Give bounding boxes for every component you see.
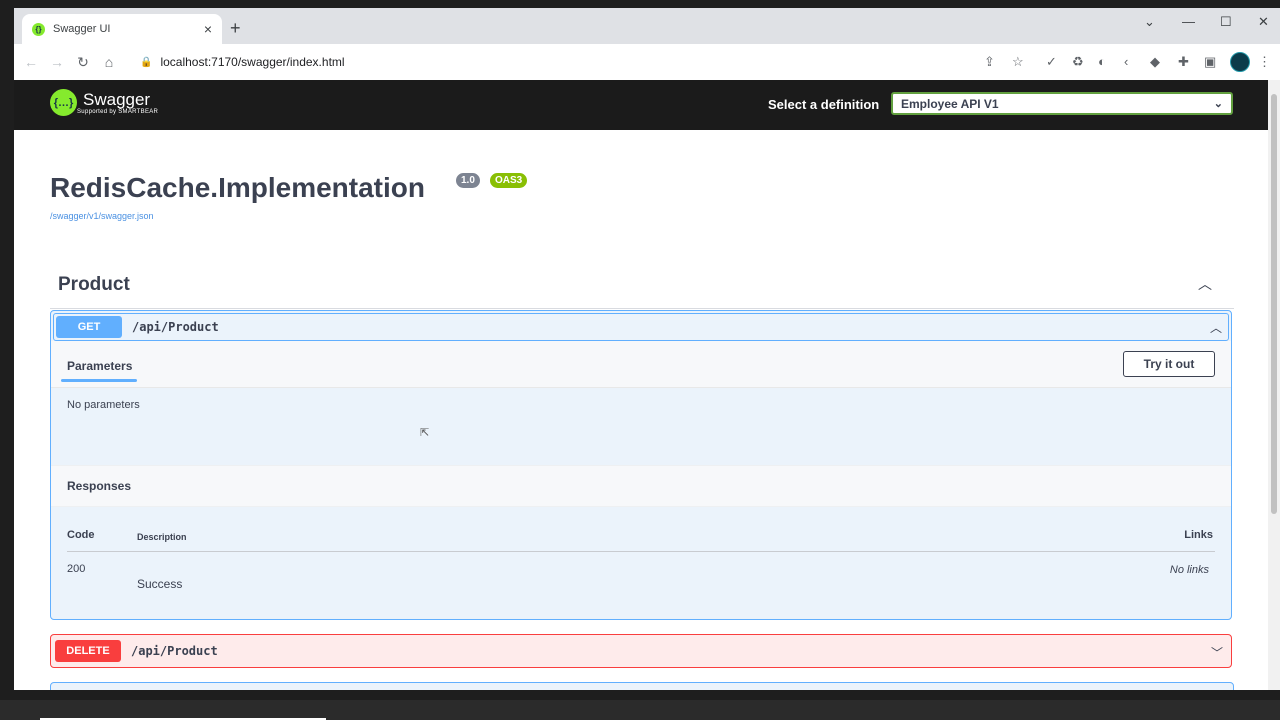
- profile-avatar[interactable]: [1230, 52, 1250, 72]
- tag-divider: [50, 308, 1234, 309]
- api-title: RedisCache.Implementation: [50, 172, 425, 203]
- home-icon[interactable]: ⌂: [96, 54, 122, 70]
- browser-tab[interactable]: {} Swagger UI ×: [22, 14, 222, 44]
- oas-badge: OAS3: [490, 173, 528, 188]
- swagger-logo[interactable]: {…} Swagger Supported by SMARTBEAR: [50, 89, 158, 116]
- scrollbar-thumb[interactable]: [1271, 94, 1277, 514]
- bookmark-star-icon[interactable]: ☆: [1012, 54, 1024, 70]
- tab-search-chevron-icon[interactable]: ⌄: [1144, 14, 1155, 30]
- browser-menu-icon[interactable]: ⋮: [1258, 54, 1271, 70]
- response-links: No links: [1169, 564, 1209, 576]
- browser-window: {} Swagger UI × + ⌄ — ☐ ✕ ← → ↻ ⌂ 🔒 loca…: [14, 8, 1280, 690]
- tab-active-indicator: [61, 379, 137, 382]
- maximize-icon[interactable]: ☐: [1220, 14, 1232, 30]
- no-parameters-text: No parameters: [67, 399, 140, 411]
- share-icon[interactable]: ⇪: [984, 54, 995, 70]
- extension-code-icon[interactable]: ‹: [1124, 54, 1128, 69]
- swagger-logo-icon: {…}: [50, 89, 77, 116]
- definition-label: Select a definition: [768, 97, 880, 112]
- extension-1-icon[interactable]: ✓: [1046, 54, 1057, 70]
- extensions-puzzle-icon[interactable]: ✚: [1178, 54, 1189, 70]
- swagger-logo-subtext: Supported by SMARTBEAR: [77, 108, 159, 115]
- operation-path: /api/Product: [132, 320, 219, 334]
- tab-strip: {} Swagger UI × + ⌄ — ☐ ✕: [14, 8, 1280, 44]
- tab-close-icon[interactable]: ×: [204, 21, 212, 37]
- tag-heading-product[interactable]: Product: [58, 274, 130, 296]
- minimize-icon[interactable]: —: [1182, 14, 1195, 29]
- responses-header: Responses: [51, 465, 1231, 507]
- chevron-down-icon[interactable]: ﹀: [1211, 644, 1223, 661]
- chevron-up-icon[interactable]: ︿: [1210, 319, 1222, 336]
- lock-icon: 🔒: [140, 56, 153, 68]
- tab-title: Swagger UI: [53, 23, 111, 35]
- address-bar[interactable]: 🔒 localhost:7170/swagger/index.html: [140, 48, 1000, 76]
- table-divider: [67, 551, 1215, 552]
- browser-toolbar: ← → ↻ ⌂ 🔒 localhost:7170/swagger/index.h…: [14, 44, 1280, 81]
- extension-recycle-icon[interactable]: ♻: [1072, 54, 1084, 70]
- column-header-code: Code: [67, 529, 95, 541]
- page-scrollbar[interactable]: [1268, 80, 1280, 690]
- try-it-out-button[interactable]: Try it out: [1123, 351, 1215, 377]
- extension-3-icon[interactable]: ◆: [1150, 54, 1160, 70]
- side-panel-icon[interactable]: ▣: [1204, 54, 1216, 70]
- operation-path: /api/Product: [131, 644, 218, 658]
- column-header-links: Links: [1184, 529, 1213, 541]
- swagger-favicon-icon: {}: [32, 22, 45, 36]
- swagger-topbar: {…} Swagger Supported by SMARTBEAR Selec…: [14, 80, 1268, 130]
- reload-icon[interactable]: ↻: [70, 54, 96, 71]
- responses-title: Responses: [67, 479, 132, 493]
- swagger-content: RedisCache.Implementation 1.0 OAS3 /swag…: [14, 130, 1268, 690]
- definition-select-value: Employee API V1: [901, 96, 999, 111]
- swagger-logo-text: Swagger: [83, 89, 151, 109]
- forward-icon[interactable]: →: [44, 54, 70, 70]
- operation-delete-product[interactable]: DELETE /api/Product ﹀: [50, 634, 1232, 668]
- method-badge-delete: DELETE: [55, 640, 121, 662]
- operation-get-summary[interactable]: GET /api/Product ︿: [53, 313, 1229, 341]
- operation-next-partial[interactable]: [50, 682, 1234, 690]
- spec-json-link[interactable]: /swagger/v1/swagger.json: [50, 211, 154, 221]
- url-text: localhost:7170/swagger/index.html: [160, 55, 345, 69]
- new-tab-icon[interactable]: +: [230, 18, 241, 39]
- chevron-up-icon[interactable]: ︿: [1198, 274, 1212, 294]
- column-header-description: Description: [137, 532, 187, 542]
- response-code: 200: [67, 563, 86, 575]
- back-icon[interactable]: ←: [18, 54, 44, 70]
- response-description: Success: [137, 577, 183, 591]
- definition-select[interactable]: Employee API V1 ⌄: [891, 92, 1233, 115]
- chevron-down-icon: ⌄: [1213, 98, 1223, 110]
- method-badge-get: GET: [56, 316, 122, 338]
- os-taskbar: [0, 700, 1280, 720]
- mouse-cursor-icon: ⇱: [420, 427, 430, 439]
- window-close-icon[interactable]: ✕: [1258, 14, 1269, 30]
- operation-get-product: GET /api/Product ︿ Parameters Try it out…: [50, 310, 1232, 620]
- version-badge: 1.0: [456, 173, 480, 188]
- tab-parameters[interactable]: Parameters: [67, 359, 132, 373]
- extension-2-icon[interactable]: ◐: [1098, 54, 1106, 69]
- parameters-header: Parameters Try it out: [51, 341, 1231, 388]
